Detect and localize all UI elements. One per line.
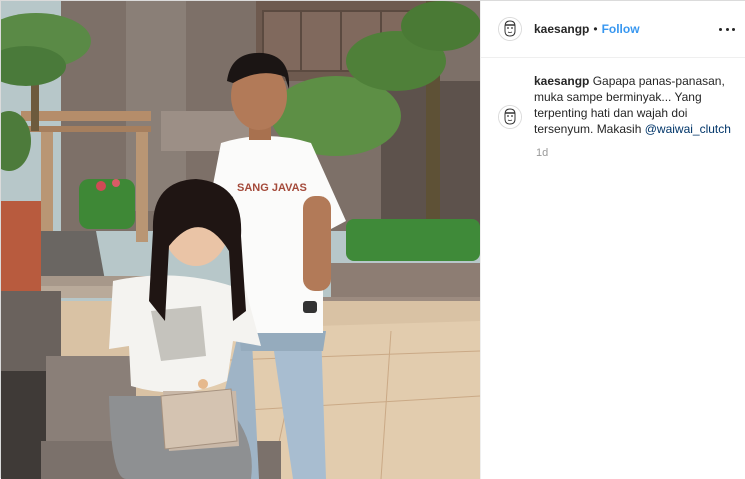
avatar-sketch-icon xyxy=(499,106,521,128)
post-author-username[interactable]: kaesangp xyxy=(534,22,589,36)
instagram-post-window: SANG JAVAS kaesangp • Follow kaesangp Ga… xyxy=(0,0,745,479)
follow-button[interactable]: Follow xyxy=(602,22,640,36)
more-options-icon[interactable] xyxy=(719,21,735,37)
caption-text: kaesangp Gapapa panas-panasan, muka samp… xyxy=(534,73,734,137)
avatar-sketch-icon xyxy=(499,18,521,40)
shirt-print-text: SANG JAVAS xyxy=(237,182,307,194)
avatar[interactable] xyxy=(498,17,522,41)
caption-comment: kaesangp Gapapa panas-panasan, muka samp… xyxy=(498,73,738,137)
post-timestamp[interactable]: 1d xyxy=(536,147,548,159)
separator-dot: • xyxy=(593,22,598,36)
post-photo[interactable]: SANG JAVAS xyxy=(1,1,480,479)
avatar[interactable] xyxy=(498,105,522,129)
caption-mention-link[interactable]: @waiwai_clutch xyxy=(645,122,731,136)
photo-illustration: SANG JAVAS xyxy=(1,1,480,479)
post-header: kaesangp • Follow xyxy=(481,1,745,58)
caption-username[interactable]: kaesangp xyxy=(534,74,589,88)
post-sidebar: kaesangp • Follow kaesangp Gapapa panas-… xyxy=(480,1,745,479)
